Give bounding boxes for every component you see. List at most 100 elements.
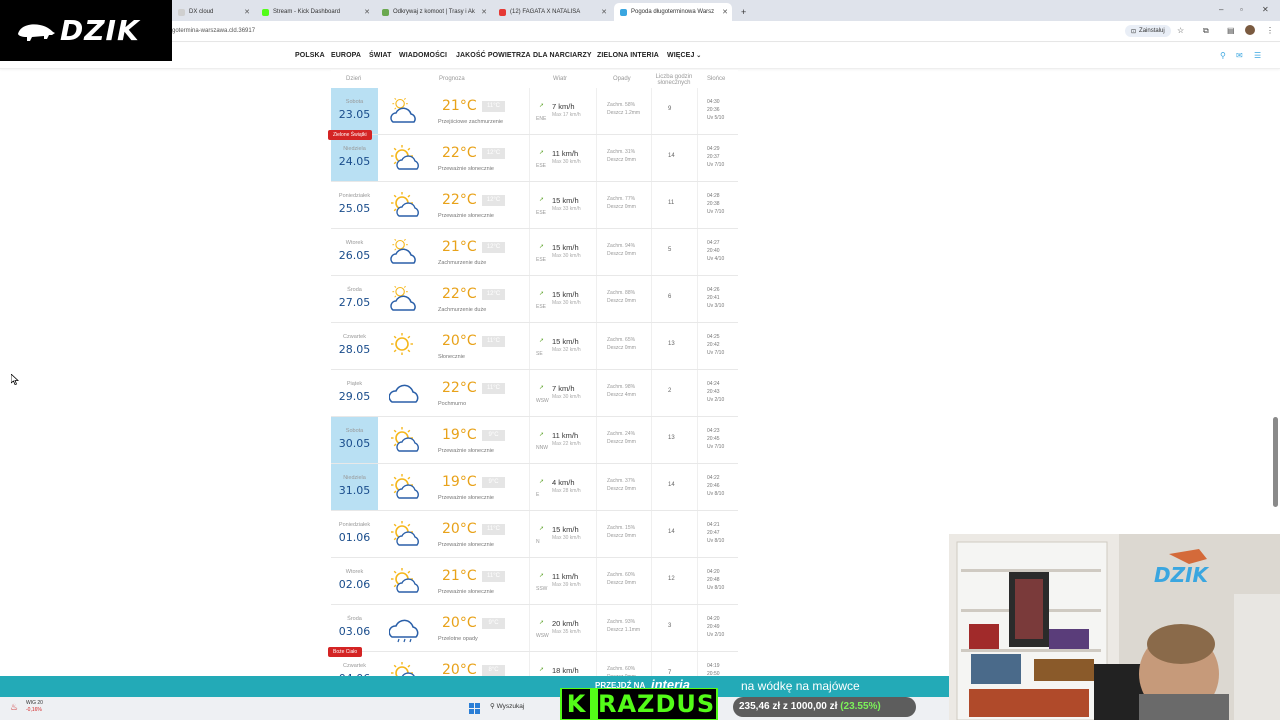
uv-index: Uv 5/10 <box>707 115 725 121</box>
wind-max: Max 30 km/h <box>552 253 581 259</box>
wind-speed: 15 km/h <box>552 243 579 252</box>
forecast-row[interactable]: Piątek 29.05 22°C 11°C Pochmurno ➚ WSW 7 km/h Ma… <box>331 370 738 417</box>
install-button[interactable]: ⊡ Zainstaluj <box>1125 25 1171 37</box>
sunrise: 04:27 <box>707 240 720 246</box>
sunrise: 04:30 <box>707 99 720 105</box>
star-icon[interactable]: ☆ <box>1177 26 1184 35</box>
cloud-cover: Zachm. 31% <box>607 149 636 155</box>
column-divider <box>529 88 530 134</box>
rainfall: Deszcz 0mm <box>607 204 636 210</box>
nav-item-dla-narciarzy[interactable]: DLA NARCIARZY <box>533 52 592 59</box>
page-scrollbar[interactable] <box>1273 417 1278 507</box>
wind-max: Max 39 km/h <box>552 582 581 588</box>
nav-item-swiat[interactable]: ŚWIAT <box>369 52 392 59</box>
minimize-icon[interactable]: – <box>1219 5 1223 14</box>
day-name: Poniedziałek <box>338 522 371 528</box>
forecast-table: Dzień Prognoza Wiatr Opady Liczba godzin… <box>331 70 738 676</box>
day-name: Wtorek <box>345 569 364 575</box>
weather-description: Przeważnie słonecznie <box>438 166 494 172</box>
temperature-min: 9°C <box>482 477 505 488</box>
wind-direction: NNW <box>536 445 548 451</box>
weather-description: Zachmurzenie duże <box>438 307 487 313</box>
url-field[interactable]: gotermina-warszawa.cld.36917 <box>172 28 255 34</box>
wind-direction: ESE <box>536 257 547 263</box>
site-nav: POLSKA EUROPA ŚWIAT WIADOMOŚCI JAKOŚĆ PO… <box>0 43 1280 69</box>
nav-item-europa[interactable]: EUROPA <box>331 52 361 59</box>
column-divider <box>529 605 530 651</box>
new-tab-button[interactable]: + <box>735 3 749 21</box>
sun-hours: 14 <box>668 482 675 488</box>
day-name: Piątek <box>346 381 363 387</box>
column-divider <box>697 276 698 322</box>
weather-description: Przeważnie słonecznie <box>438 589 494 595</box>
forecast-row[interactable]: Środa 03.06 20°C 9°C Przelotne opady ➚ WSW 20 k… <box>331 605 738 652</box>
column-divider <box>596 135 597 181</box>
nav-item-jakosc-powietrza[interactable]: JAKOŚĆ POWIETRZA <box>456 52 531 59</box>
nav-item-wiecej[interactable]: WIĘCEJ ⌄ <box>667 52 701 59</box>
column-divider <box>596 464 597 510</box>
close-icon[interactable]: ✕ <box>481 8 487 16</box>
day-cell: Poniedziałek 01.06 <box>331 511 378 557</box>
wind-speed: 4 km/h <box>552 478 575 487</box>
nav-item-zielona-interia[interactable]: ZIELONA INTERIA <box>597 52 659 59</box>
close-icon[interactable]: ✕ <box>601 8 607 16</box>
column-divider <box>529 652 530 676</box>
temperature: 20°C <box>442 521 477 537</box>
wind-direction-icon: ➚ <box>539 432 545 438</box>
temperature-min: 12°C <box>482 148 505 159</box>
nav-item-polska[interactable]: POLSKA <box>295 52 325 59</box>
sun-cloud-icon <box>391 662 415 676</box>
close-window-icon[interactable]: ✕ <box>1262 5 1269 14</box>
uv-index: Uv 3/10 <box>707 303 725 309</box>
sidebar-icon[interactable]: ▤ <box>1227 26 1235 35</box>
browser-tab[interactable]: Stream - Kick Dashboard ✕ <box>256 3 374 21</box>
forecast-row[interactable]: Sobota 30.05 19°C 9°C Przeważnie słonecznie ➚… <box>331 417 738 464</box>
sun-hours: 9 <box>668 106 672 112</box>
forecast-row[interactable]: Sobota 23.05 21°C 11°C Przejściowe zachmurze… <box>331 88 738 135</box>
forecast-row[interactable]: Wtorek 02.06 21°C 11°C Przeważnie słonecznie… <box>331 558 738 605</box>
sun-hours: 14 <box>668 529 675 535</box>
forecast-row[interactable]: Czwartek04.0620°C8°C➚WSW18 km/hMax 35 km… <box>331 652 738 676</box>
menu-icon[interactable]: ⋮ <box>1266 26 1274 35</box>
column-divider <box>697 323 698 369</box>
day-cell: Poniedziałek 25.05 <box>331 182 378 228</box>
temperature-min: 12°C <box>482 242 505 253</box>
cursor-icon <box>11 374 19 385</box>
tab-favicon-icon <box>499 8 506 16</box>
nav-item-label: WIĘCEJ <box>667 52 695 59</box>
taskbar-search[interactable]: ⚲ Wyszukaj <box>490 702 524 710</box>
wind-direction: N <box>536 539 540 545</box>
column-divider <box>651 323 652 369</box>
maximize-icon[interactable]: ▫ <box>1240 5 1243 14</box>
wind-direction-icon: ➚ <box>539 338 545 344</box>
close-icon[interactable]: ✕ <box>244 8 250 16</box>
sunset: 20:47 <box>707 530 720 536</box>
browser-tab[interactable]: DX cloud ✕ <box>172 3 254 21</box>
temperature-min: 8°C <box>482 665 505 676</box>
hamburger-icon[interactable]: ☰ <box>1254 51 1261 60</box>
close-icon[interactable]: ✕ <box>722 8 728 16</box>
day-cell: Niedziela 24.05 <box>331 135 378 181</box>
extensions-icon[interactable]: ⧉ <box>1203 26 1209 36</box>
close-icon[interactable]: ✕ <box>364 8 370 16</box>
forecast-row[interactable]: Środa 27.05 22°C 12°C Zachmurzenie duże ➚ ESE 1… <box>331 276 738 323</box>
forecast-row[interactable]: Poniedziałek 01.06 20°C 11°C Przeważnie słon… <box>331 511 738 558</box>
browser-tab[interactable]: (12) FAGATA X NATALISA ✕ <box>493 3 611 21</box>
search-icon[interactable]: ⚲ <box>1220 51 1226 60</box>
mail-icon[interactable]: ✉ <box>1236 51 1243 60</box>
browser-tab[interactable]: Odkrywaj z komoot | Trasy i Ak ✕ <box>376 3 491 21</box>
cloud-cover: Zachm. 24% <box>607 431 636 437</box>
forecast-row[interactable]: Niedziela 31.05 19°C 9°C Przeważnie słoneczn… <box>331 464 738 511</box>
column-divider <box>697 88 698 134</box>
windows-start-icon[interactable] <box>469 703 480 714</box>
uv-index: Uv 7/10 <box>707 209 725 215</box>
forecast-row[interactable]: Wtorek 26.05 21°C 12°C Zachmurzenie duże ➚ ESE… <box>331 229 738 276</box>
avatar[interactable] <box>1245 25 1255 35</box>
forecast-row[interactable]: Czwartek 28.05 20°C 11°C Słonecznie ➚ SE 15 km/… <box>331 323 738 370</box>
browser-tab-active[interactable]: Pogoda długoterminowa Warsz ✕ <box>614 3 732 21</box>
nav-item-wiadomosci[interactable]: WIADOMOŚCI <box>399 52 447 59</box>
forecast-row[interactable]: Poniedziałek 25.05 22°C 12°C Przeważnie słon… <box>331 182 738 229</box>
column-divider <box>651 464 652 510</box>
forecast-row[interactable]: Niedziela 24.05 22°C 12°C Przeważnie słonecz… <box>331 135 738 182</box>
wind-direction: ESE <box>536 210 547 216</box>
